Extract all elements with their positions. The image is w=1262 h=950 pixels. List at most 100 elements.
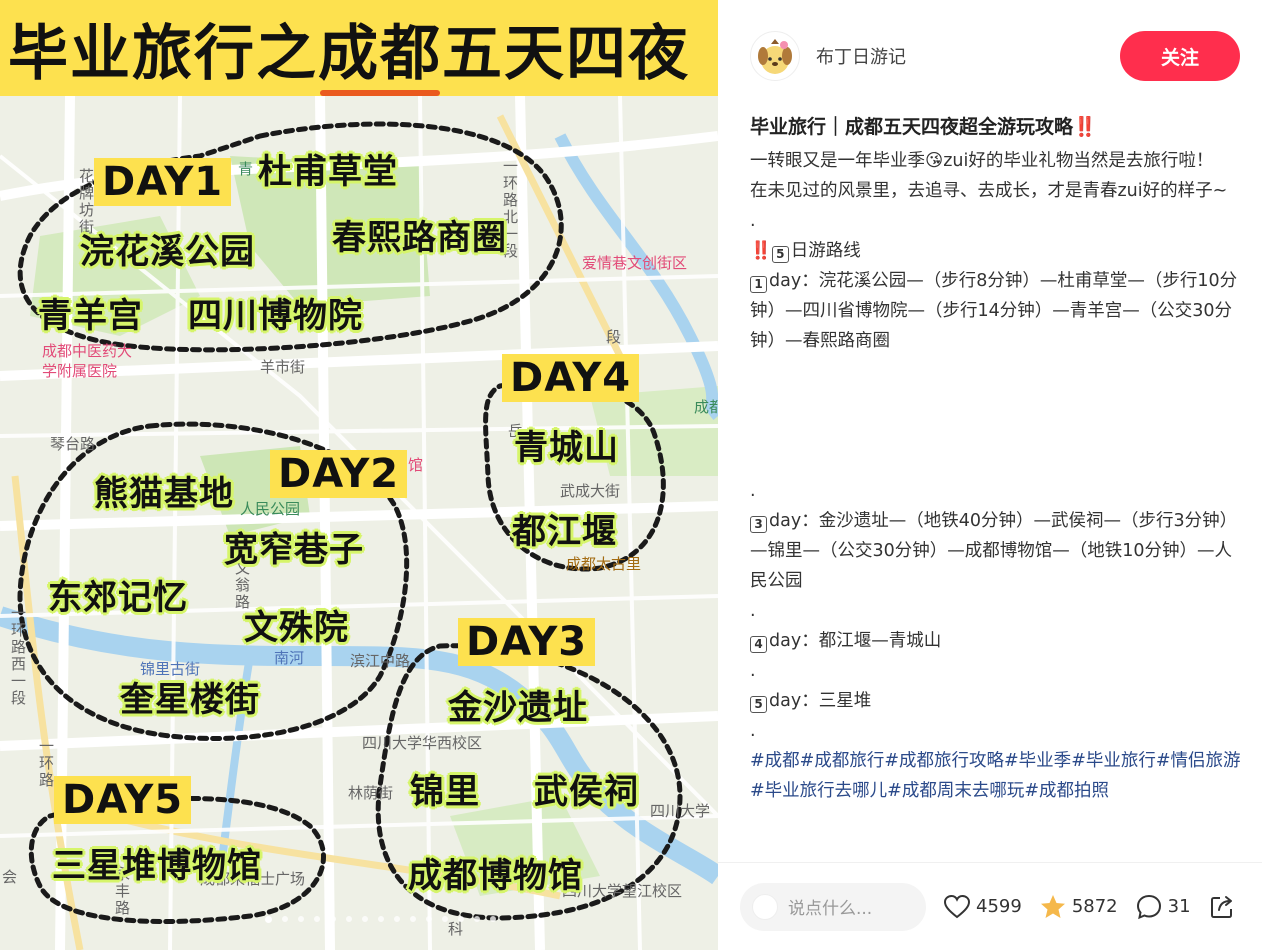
note-detail-panel: 布丁日游记 关注 毕业旅行｜成都五天四夜超全游玩攻略‼️ 一转眼又是一年毕业季😘… <box>718 0 1262 950</box>
note-day4-text: day：都江堰—青城山 <box>769 631 942 651</box>
note-blank-space <box>750 356 1244 476</box>
map-label-tcm-hospital-2: 学附属医院 <box>42 362 118 380</box>
comment-placeholder: 说点什么... <box>788 899 873 919</box>
carousel-dot[interactable] <box>378 916 384 922</box>
avatar[interactable] <box>750 31 800 81</box>
place-sichuan-museum: 四川博物院 <box>188 296 363 336</box>
note-dot: . <box>750 601 756 621</box>
tag-link[interactable]: #成都旅行攻略 <box>884 751 1004 771</box>
tag-link[interactable]: #毕业季 <box>1004 751 1071 771</box>
map-label-sichuan-huaxi: 四川大学华西校区 <box>362 734 483 752</box>
image-carousel-dots[interactable] <box>265 916 496 923</box>
comment-bubble-icon <box>1136 894 1161 919</box>
map-label-aiqing-lane: 爱情巷文创街区 <box>582 254 688 272</box>
engagement-bar: 说点什么... 4599 5872 31 <box>718 862 1262 950</box>
day4-tag: DAY4 <box>502 354 640 402</box>
user-avatar-icon <box>752 893 778 920</box>
image-title-post: 五天四夜 <box>442 18 690 89</box>
collect-button[interactable]: 5872 <box>1040 894 1118 920</box>
carousel-dot[interactable] <box>298 916 304 922</box>
carousel-dot[interactable] <box>458 916 464 922</box>
image-title-highlight: 成都 <box>318 5 442 96</box>
heart-icon <box>944 894 970 918</box>
place-du-fu-caotang: 杜甫草堂 <box>258 152 398 192</box>
tag-link[interactable]: #成都 <box>750 751 800 771</box>
star-icon <box>1040 894 1065 918</box>
map-label-binjiang-road: 滨江中路 <box>350 652 411 670</box>
carousel-dot[interactable] <box>410 916 416 922</box>
note-dot: . <box>750 481 756 501</box>
map-label-road-seg: 段 <box>606 328 622 346</box>
map-label-yihuan-west: 一环路西一段 <box>9 605 27 707</box>
kiss-emoji-icon: 😘 <box>925 151 944 171</box>
like-button[interactable]: 4599 <box>944 894 1022 919</box>
tag-link[interactable]: #成都旅行 <box>800 751 885 771</box>
comment-button[interactable]: 31 <box>1136 894 1191 920</box>
map-label-hui: 会 <box>2 868 18 886</box>
author-row: 布丁日游记 关注 <box>750 30 1240 82</box>
place-dongjiao-memory: 东郊记忆 <box>48 578 188 618</box>
carousel-dot[interactable] <box>490 916 496 922</box>
map-label-linyin-street: 林荫街 <box>348 784 394 802</box>
place-jinsha-site: 金沙遗址 <box>448 688 588 728</box>
keycap-1-icon: 1 <box>750 276 767 293</box>
note-dot: . <box>750 661 756 681</box>
map-label-yangshi-street: 羊市街 <box>260 358 306 376</box>
double-exclamation-icon: ‼️ <box>750 241 772 261</box>
map-label-wucheng-street: 武成大街 <box>560 482 621 500</box>
carousel-dot[interactable] <box>362 916 368 922</box>
author-name[interactable]: 布丁日游记 <box>816 43 906 69</box>
place-qingyang-gong: 青羊宫 <box>38 296 143 336</box>
note-intro-1b: zui好的毕业礼物当然是去旅行啦！ <box>943 151 1214 171</box>
carousel-dot[interactable] <box>330 916 336 922</box>
note-day5-text: day：三星堆 <box>769 691 872 711</box>
follow-button[interactable]: 关注 <box>1120 31 1240 81</box>
note-tags: #成都#成都旅行#成都旅行攻略#毕业季#毕业旅行#情侣旅游#毕业旅行去哪儿#成都… <box>750 746 1244 806</box>
keycap-4-icon: 4 <box>750 636 767 653</box>
tag-link[interactable]: #毕业旅行去哪儿 <box>750 781 887 801</box>
place-wuhou-temple: 武侯祠 <box>534 772 639 812</box>
note-day4: 4 day：都江堰—青城山 <box>750 626 1244 656</box>
place-jinli: 锦里 <box>410 772 480 812</box>
tag-link[interactable]: #成都拍照 <box>1024 781 1109 801</box>
image-title-banner: 毕业旅行之 成都 五天四夜 <box>0 0 718 96</box>
place-panda-base: 熊猫基地 <box>94 474 234 514</box>
carousel-dot[interactable] <box>282 916 288 922</box>
collect-count: 5872 <box>1071 896 1118 917</box>
note-title: 毕业旅行｜成都五天四夜超全游玩攻略‼️ <box>750 116 1097 138</box>
note-route-title: ‼️ 5 日游路线 <box>750 236 1244 266</box>
comment-count: 31 <box>1167 896 1191 917</box>
tag-link[interactable]: #成都周末去哪玩 <box>887 781 1024 801</box>
map-label-tcm-hospital-1: 成都中医药大 <box>42 342 133 360</box>
comment-input[interactable]: 说点什么... <box>740 882 926 931</box>
place-chunxi-road: 春熙路商圈 <box>332 218 507 258</box>
place-qingcheng-mountain: 青城山 <box>514 428 619 468</box>
post-image[interactable]: 毕业旅行之 成都 五天四夜 青 爱情巷文创街区 成都中医药大 学附属医院 羊市街… <box>0 0 718 950</box>
place-huanhuaxi-park: 浣花溪公园 <box>80 232 255 272</box>
note-day3-text: day：金沙遗址—（地铁40分钟）—武侯祠—（步行3分钟）—锦里—（公交30分钟… <box>750 511 1238 591</box>
carousel-dot[interactable] <box>474 916 480 922</box>
carousel-dot[interactable] <box>346 916 352 922</box>
place-wenshu-yuan: 文殊院 <box>244 608 349 648</box>
share-button[interactable] <box>1209 894 1241 920</box>
carousel-dot[interactable] <box>442 916 448 922</box>
carousel-dot[interactable] <box>426 916 432 922</box>
tag-link[interactable]: #情侣旅游 <box>1156 751 1241 771</box>
carousel-dot-active[interactable] <box>265 916 272 923</box>
note-intro-line-2: 在未见过的风景里，去追寻、去成长，才是青春zui好的样子~ <box>750 181 1228 201</box>
map-label-du-fu-small: 青 <box>238 160 254 178</box>
carousel-dot[interactable] <box>394 916 400 922</box>
place-kuanzhai-alley: 宽窄巷子 <box>224 530 364 570</box>
note-dot: . <box>750 211 756 231</box>
note-day5: 5 day：三星堆 <box>750 686 1244 716</box>
note-day3: 3 day：金沙遗址—（地铁40分钟）—武侯祠—（步行3分钟）—锦里—（公交30分… <box>750 506 1244 596</box>
note-day1-text: day：浣花溪公园—（步行8分钟）—杜甫草堂—（步行10分钟）—四川省博物院—（… <box>750 271 1238 351</box>
pudding-dog-icon <box>758 39 792 74</box>
place-dujiangyan: 都江堰 <box>512 512 617 552</box>
tag-link[interactable]: #毕业旅行 <box>1071 751 1156 771</box>
like-count: 4599 <box>976 896 1022 917</box>
day2-tag: DAY2 <box>270 450 408 498</box>
place-chengdu-museum: 成都博物馆 <box>408 856 583 896</box>
note-content-scroll[interactable]: 毕业旅行｜成都五天四夜超全游玩攻略‼️ 一转眼又是一年毕业季😘zui好的毕业礼物… <box>750 110 1244 862</box>
carousel-dot[interactable] <box>314 916 320 922</box>
